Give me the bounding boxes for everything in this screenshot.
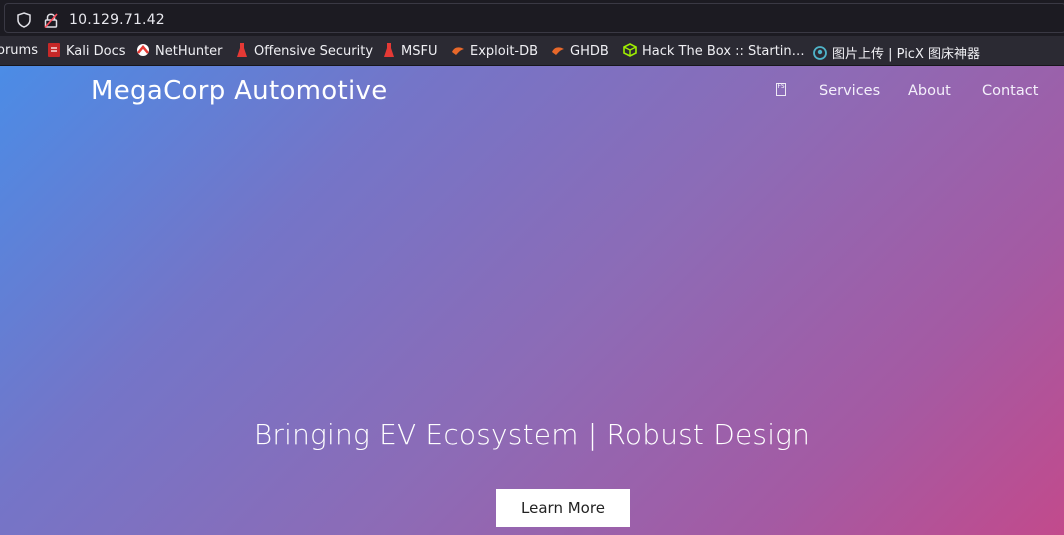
bookmark-exploit-db[interactable]: Exploit-DB [451,43,538,59]
bookmark-hack-the-box[interactable]: Hack The Box :: Startin… [623,43,805,59]
nav-link-services[interactable]: Services [819,83,880,99]
hero-title: Bringing EV Ecosystem | Robust Design [253,418,811,451]
bookmark-msfu[interactable]: MSFU [382,43,437,59]
bookmark-forums[interactable]: orums [0,43,38,58]
bookmark-label: GHDB [570,44,609,59]
msfu-icon [384,43,394,57]
bookmark-label: Offensive Security [254,44,374,59]
url-bar-region: 10.129.71.42 [0,0,1064,36]
offsec-icon [237,43,247,57]
picx-icon [813,46,827,60]
shield-icon[interactable] [17,12,31,28]
bookmark-nethunter[interactable]: NetHunter [136,43,223,59]
kali-docs-icon [48,43,60,57]
address-bar[interactable]: 10.129.71.42 [4,3,1064,33]
bookmark-ghdb[interactable]: GHDB [551,43,609,59]
nav-link-contact[interactable]: Contact [982,83,1038,99]
bookmark-label: Exploit-DB [470,44,539,59]
nav-link-about[interactable]: About [908,83,951,99]
exploit-db-icon [452,47,464,55]
nav-logo-icon[interactable]: FS [776,83,786,96]
bookmark-label: Kali Docs [66,44,126,59]
bookmark-kali-docs[interactable]: Kali Docs [47,43,126,59]
lock-icon[interactable] [44,13,58,28]
learn-more-button[interactable]: Learn More [496,489,630,527]
bookmark-label: orums [0,43,38,58]
bookmark-picx[interactable]: 图片上传 | PicX 图床神器 [813,43,980,62]
bookmark-label: MSFU [401,44,438,59]
bookmarks-toolbar: orums Kali Docs NetHunter Offensive Secu… [0,36,1064,66]
url-text[interactable]: 10.129.71.42 [69,12,165,28]
bookmark-label: 图片上传 | PicX 图床神器 [832,47,980,62]
ghdb-icon [552,47,564,55]
bookmark-label: Hack The Box :: Startin… [642,44,805,59]
bookmark-label: NetHunter [155,44,223,59]
nethunter-icon [137,44,149,56]
hero-section: MegaCorp Automotive FS Services About Co… [0,66,1064,535]
bookmark-offensive-security[interactable]: Offensive Security [235,43,373,59]
htb-icon [623,43,637,57]
site-brand[interactable]: MegaCorp Automotive [91,76,388,106]
